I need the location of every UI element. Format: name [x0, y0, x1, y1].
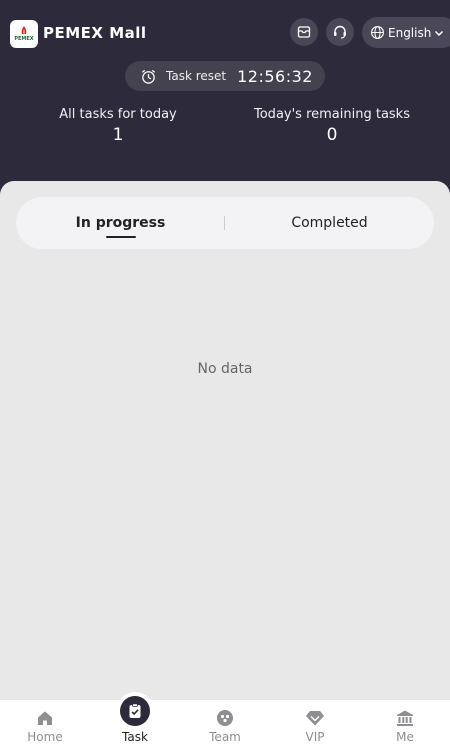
support-button[interactable]: [326, 18, 354, 46]
nav-me[interactable]: Me: [360, 700, 450, 754]
task-reset-timer: Task reset 12:56:32: [125, 61, 325, 91]
nav-team-label: Team: [209, 730, 241, 744]
remaining-tasks-label: Today's remaining tasks: [254, 107, 410, 122]
empty-state-text: No data: [197, 361, 253, 377]
nav-team[interactable]: Team: [180, 700, 270, 754]
tab-in-progress[interactable]: In progress: [16, 197, 225, 249]
bank-icon: [395, 708, 415, 728]
language-selector[interactable]: English: [362, 17, 450, 48]
mail-icon: [297, 26, 311, 38]
alarm-clock-icon: [141, 69, 156, 84]
tab-completed-label: Completed: [291, 215, 368, 231]
active-tab-indicator: [106, 236, 136, 238]
mail-button[interactable]: [290, 18, 318, 46]
task-reset-label: Task reset: [166, 69, 227, 83]
all-tasks-label: All tasks for today: [59, 107, 177, 122]
nav-vip-label: VIP: [305, 730, 325, 744]
flame-icon: [21, 26, 27, 34]
header: PEMEX PEMEX Mall English Task reset 12:5…: [0, 0, 450, 200]
remaining-tasks-value: 0: [326, 125, 338, 145]
nav-task-label: Task: [122, 730, 148, 744]
clipboard-check-icon: [120, 696, 150, 726]
all-tasks-stat: All tasks for today 1: [18, 107, 218, 145]
nav-home-label: Home: [27, 730, 63, 744]
nav-home[interactable]: Home: [0, 700, 90, 754]
language-label: English: [388, 25, 432, 40]
bottom-nav: Home Task Team VIP Me: [0, 692, 450, 754]
all-tasks-value: 1: [112, 125, 124, 145]
tab-in-progress-label: In progress: [75, 215, 166, 231]
logo-text: PEMEX: [14, 36, 34, 42]
app-title: PEMEX Mall: [43, 24, 147, 42]
nav-me-label: Me: [396, 730, 414, 744]
team-icon: [215, 708, 235, 728]
app-logo: PEMEX: [10, 20, 38, 48]
task-tabs: In progress Completed: [16, 197, 434, 249]
headset-icon: [334, 25, 346, 39]
diamond-icon: [305, 708, 325, 728]
active-nav-bubble: [116, 692, 154, 730]
globe-icon: [371, 26, 384, 39]
task-content: In progress Completed No data: [0, 181, 450, 699]
tab-completed[interactable]: Completed: [225, 197, 434, 249]
chevron-down-icon: [435, 30, 444, 36]
task-reset-time: 12:56:32: [237, 66, 313, 86]
nav-task[interactable]: Task: [90, 692, 180, 754]
home-icon: [35, 708, 55, 728]
remaining-tasks-stat: Today's remaining tasks 0: [232, 107, 432, 145]
nav-vip[interactable]: VIP: [270, 700, 360, 754]
